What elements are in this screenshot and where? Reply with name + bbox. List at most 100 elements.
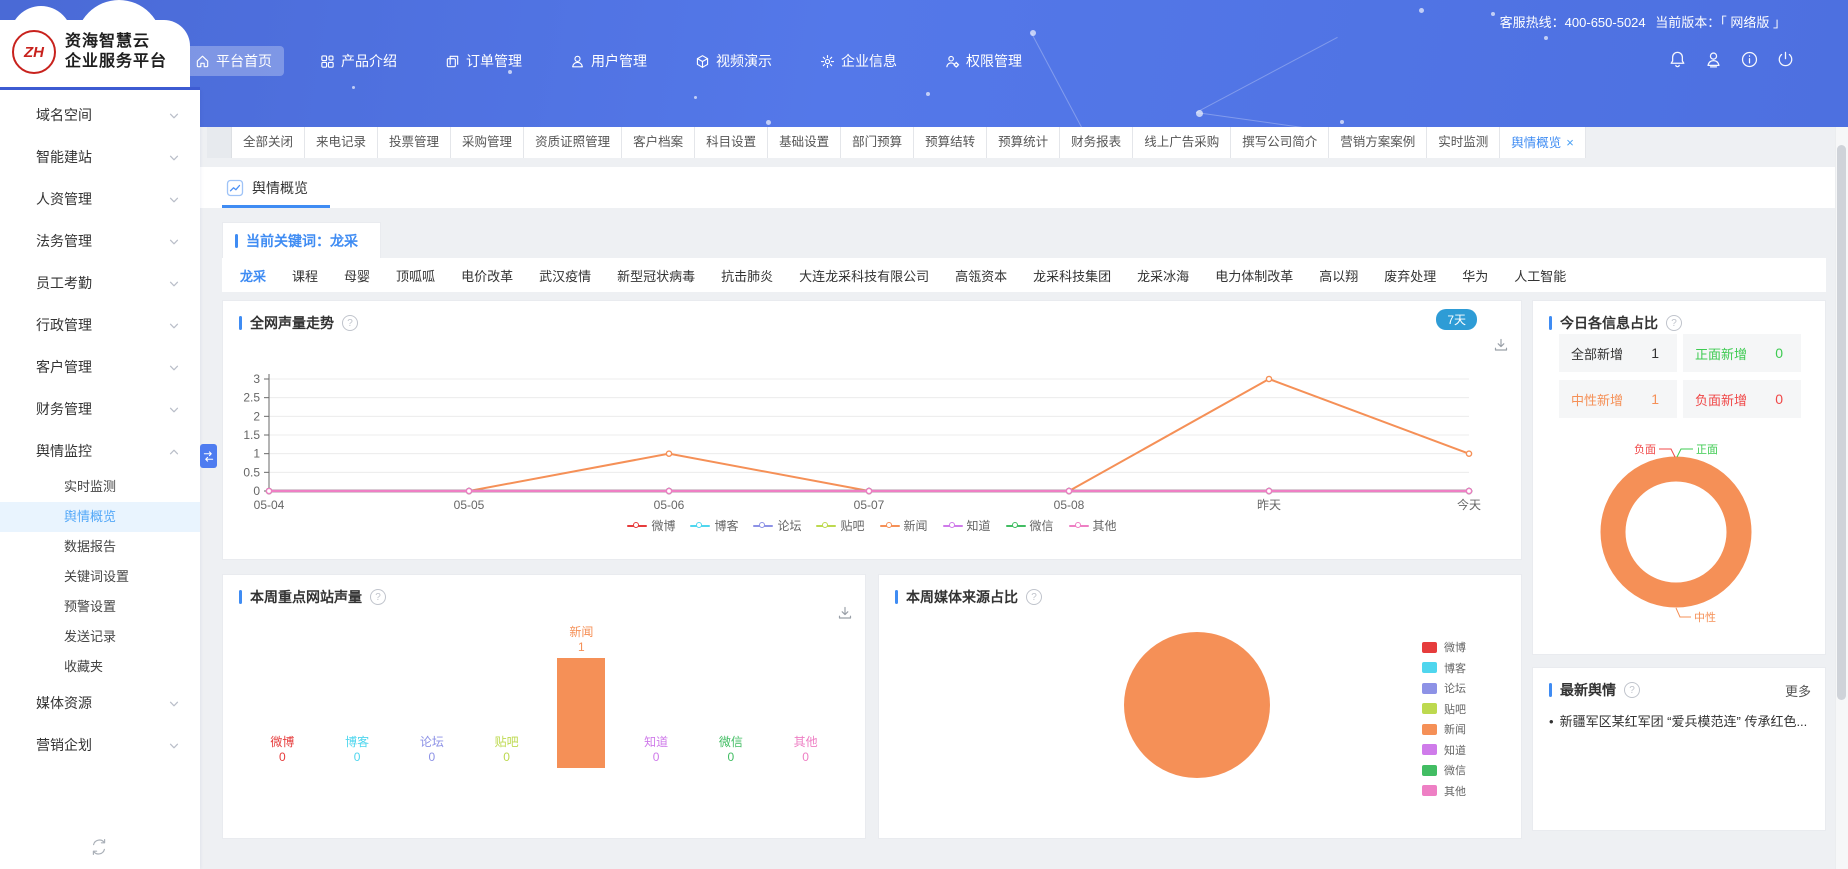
more-link[interactable]: 更多 xyxy=(1785,681,1811,700)
help-icon[interactable] xyxy=(1666,315,1682,331)
tab-overview[interactable]: 舆情概览 xyxy=(222,167,322,208)
sidebar-item-财务管理[interactable]: 财务管理 xyxy=(0,388,200,430)
sidebar-item-法务管理[interactable]: 法务管理 xyxy=(0,220,200,262)
sidebar-subitem-关键词设置[interactable]: 关键词设置 xyxy=(0,562,200,592)
tab-scroll-cell[interactable] xyxy=(207,127,232,158)
sidebar-subitem-收藏夹[interactable]: 收藏夹 xyxy=(0,652,200,682)
power-icon[interactable] xyxy=(1776,50,1795,69)
keyword-华为[interactable]: 华为 xyxy=(1462,266,1488,285)
nav-item-平台首页[interactable]: 平台首页 xyxy=(183,46,284,76)
pie-legend-item-论坛[interactable]: 论坛 xyxy=(1422,680,1466,696)
tab-资质证照管理[interactable]: 资质证照管理 xyxy=(524,127,622,158)
help-icon[interactable] xyxy=(370,589,386,605)
legend-item-其他[interactable]: 其他 xyxy=(1069,517,1117,534)
keyword-大连龙采科技有限公司[interactable]: 大连龙采科技有限公司 xyxy=(799,266,929,285)
tab-线上广告采购[interactable]: 线上广告采购 xyxy=(1133,127,1231,158)
keyword-武汉疫情[interactable]: 武汉疫情 xyxy=(539,266,591,285)
tab-科目设置[interactable]: 科目设置 xyxy=(695,127,768,158)
keyword-课程[interactable]: 课程 xyxy=(292,266,318,285)
tab-财务报表[interactable]: 财务报表 xyxy=(1060,127,1133,158)
bell-icon[interactable] xyxy=(1668,50,1687,69)
keyword-高瓴资本[interactable]: 高瓴资本 xyxy=(955,266,1007,285)
legend-item-微信[interactable]: 微信 xyxy=(1006,517,1054,534)
nav-item-产品介绍[interactable]: 产品介绍 xyxy=(308,46,409,76)
legend-item-论坛[interactable]: 论坛 xyxy=(753,517,801,534)
sidebar-item-员工考勤[interactable]: 员工考勤 xyxy=(0,262,200,304)
tab-采购管理[interactable]: 采购管理 xyxy=(451,127,524,158)
pie-legend-item-微信[interactable]: 微信 xyxy=(1422,762,1466,778)
legend-item-贴吧[interactable]: 贴吧 xyxy=(816,517,864,534)
list-item[interactable]: •新疆军区某红军团 “爱兵模范连” 传承红色... xyxy=(1549,712,1815,732)
keyword-电价改革[interactable]: 电价改革 xyxy=(461,266,513,285)
pie-legend-item-知道[interactable]: 知道 xyxy=(1422,742,1466,758)
user-icon[interactable] xyxy=(1704,50,1723,69)
sidebar-collapse-handle[interactable] xyxy=(200,444,217,468)
keyword-高以翔[interactable]: 高以翔 xyxy=(1319,266,1358,285)
sidebar-subitem-发送记录[interactable]: 发送记录 xyxy=(0,622,200,652)
pie-legend-item-博客[interactable]: 博客 xyxy=(1422,660,1466,676)
keyword-抗击肺炎[interactable]: 抗击肺炎 xyxy=(721,266,773,285)
sidebar-item-媒体资源[interactable]: 媒体资源 xyxy=(0,682,200,724)
close-icon[interactable]: × xyxy=(1566,135,1574,150)
nav-item-权限管理[interactable]: 权限管理 xyxy=(933,46,1034,76)
keyword-废弃处理[interactable]: 废弃处理 xyxy=(1384,266,1436,285)
sidebar-item-客户管理[interactable]: 客户管理 xyxy=(0,346,200,388)
sidebar-item-人资管理[interactable]: 人资管理 xyxy=(0,178,200,220)
sidebar-subitem-实时监测[interactable]: 实时监测 xyxy=(0,472,200,502)
tab-部门预算[interactable]: 部门预算 xyxy=(841,127,914,158)
tab-客户档案[interactable]: 客户档案 xyxy=(622,127,695,158)
scrollbar[interactable] xyxy=(1835,127,1848,869)
refresh-icon[interactable] xyxy=(89,837,109,857)
keyword-电力体制改革[interactable]: 电力体制改革 xyxy=(1215,266,1293,285)
keyword-龙采[interactable]: 龙采 xyxy=(240,266,266,285)
keyword-顶呱呱[interactable]: 顶呱呱 xyxy=(396,266,435,285)
tab-营销方案案例[interactable]: 营销方案案例 xyxy=(1329,127,1427,158)
nav-item-订单管理[interactable]: 订单管理 xyxy=(433,46,534,76)
help-icon[interactable] xyxy=(1624,682,1640,698)
bar[interactable] xyxy=(557,658,605,768)
keyword-母婴[interactable]: 母婴 xyxy=(344,266,370,285)
sidebar-item-行政管理[interactable]: 行政管理 xyxy=(0,304,200,346)
keyword-人工智能[interactable]: 人工智能 xyxy=(1514,266,1566,285)
sidebar-subitem-预警设置[interactable]: 预警设置 xyxy=(0,592,200,622)
sidebar-subitem-舆情概览[interactable]: 舆情概览 xyxy=(0,502,200,532)
download-icon[interactable] xyxy=(1493,337,1509,353)
logo[interactable]: ZH 资海智慧云 企业服务平台 xyxy=(0,20,190,90)
tab-全部关闭[interactable]: 全部关闭 xyxy=(232,127,305,158)
tab-来电记录[interactable]: 来电记录 xyxy=(305,127,378,158)
nav-item-用户管理[interactable]: 用户管理 xyxy=(558,46,659,76)
keyword-龙采科技集团[interactable]: 龙采科技集团 xyxy=(1033,266,1111,285)
tab-预算统计[interactable]: 预算统计 xyxy=(987,127,1060,158)
tab-基础设置[interactable]: 基础设置 xyxy=(768,127,841,158)
legend-item-新闻[interactable]: 新闻 xyxy=(880,517,928,534)
sidebar-item-域名空间[interactable]: 域名空间 xyxy=(0,94,200,136)
current-keyword-tab[interactable]: 当前关键词：龙采 xyxy=(222,222,381,258)
help-icon[interactable] xyxy=(1026,589,1042,605)
tab-投票管理[interactable]: 投票管理 xyxy=(378,127,451,158)
scrollbar-thumb[interactable] xyxy=(1837,145,1846,700)
sidebar-item-舆情监控[interactable]: 舆情监控 xyxy=(0,430,200,472)
legend-item-博客[interactable]: 博客 xyxy=(690,517,738,534)
legend-item-知道[interactable]: 知道 xyxy=(943,517,991,534)
nav-item-视频演示[interactable]: 视频演示 xyxy=(683,46,784,76)
keyword-龙采冰海[interactable]: 龙采冰海 xyxy=(1137,266,1189,285)
sidebar-item-智能建站[interactable]: 智能建站 xyxy=(0,136,200,178)
tab-舆情概览[interactable]: 舆情概览× xyxy=(1500,127,1586,158)
download-icon[interactable] xyxy=(837,605,853,621)
pie-legend-item-其他[interactable]: 其他 xyxy=(1422,783,1466,799)
range-badge[interactable]: 7天 xyxy=(1436,309,1477,330)
pie-legend-item-贴吧[interactable]: 贴吧 xyxy=(1422,701,1466,717)
pie-legend-item-新闻[interactable]: 新闻 xyxy=(1422,721,1466,737)
legend-item-微博[interactable]: 微博 xyxy=(627,517,675,534)
tab-预算结转[interactable]: 预算结转 xyxy=(914,127,987,158)
sidebar-subitem-数据报告[interactable]: 数据报告 xyxy=(0,532,200,562)
tab-实时监测[interactable]: 实时监测 xyxy=(1427,127,1500,158)
help-icon[interactable] xyxy=(342,315,358,331)
bar-col-博客: 博客0 xyxy=(320,623,395,768)
info-icon[interactable] xyxy=(1740,50,1759,69)
tab-撰写公司简介[interactable]: 撰写公司简介 xyxy=(1231,127,1329,158)
keyword-新型冠状病毒[interactable]: 新型冠状病毒 xyxy=(617,266,695,285)
nav-item-企业信息[interactable]: 企业信息 xyxy=(808,46,909,76)
pie-legend-item-微博[interactable]: 微博 xyxy=(1422,639,1466,655)
sidebar-item-营销企划[interactable]: 营销企划 xyxy=(0,724,200,766)
